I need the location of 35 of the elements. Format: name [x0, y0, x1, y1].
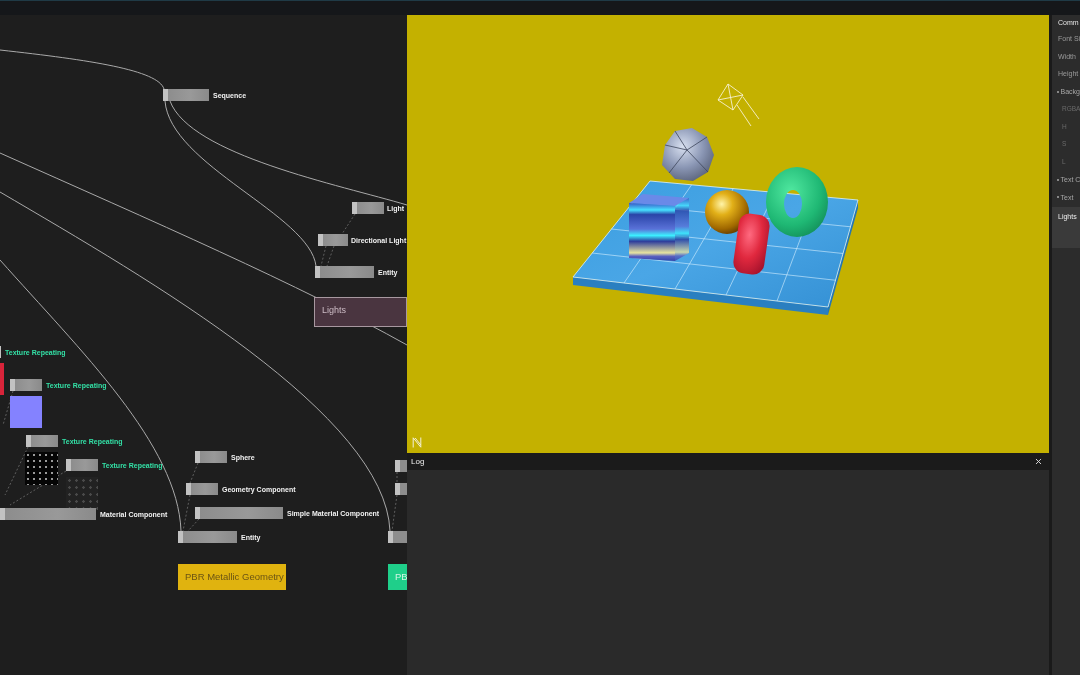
- close-icon: [1034, 457, 1043, 466]
- node-block: [388, 531, 407, 543]
- texture-thumbnail: [66, 477, 98, 510]
- node-block: [195, 451, 227, 463]
- node-block: [178, 531, 237, 543]
- node-block: [26, 435, 58, 447]
- dashed-link: [326, 245, 335, 267]
- texture-thumbnail: [0, 363, 4, 395]
- node-block: [10, 379, 42, 391]
- metal-sphere: [705, 190, 749, 234]
- node-block: [395, 460, 407, 472]
- light-gizmo: [717, 83, 760, 127]
- dashed-link: [189, 462, 199, 484]
- torus: [766, 167, 828, 237]
- comment-box[interactable]: Lights: [314, 297, 407, 327]
- dashed-link: [341, 213, 356, 235]
- node-block: [395, 483, 407, 495]
- node-block: [186, 483, 218, 495]
- dashed-link: [396, 471, 398, 484]
- comment-box[interactable]: PBR Metallic Geometry: [178, 564, 286, 590]
- faceted-rock: [662, 128, 714, 181]
- node-block: [66, 459, 98, 471]
- node-block: [315, 266, 374, 278]
- logo-icon: [412, 437, 422, 448]
- striped-cube: [629, 194, 689, 261]
- node-block: [352, 202, 384, 214]
- close-button[interactable]: [1034, 457, 1043, 466]
- capsule: [731, 212, 771, 276]
- texture-thumbnail: [10, 396, 42, 428]
- node-block: [318, 234, 348, 246]
- dashed-link: [2, 390, 14, 426]
- dashed-link: [391, 494, 398, 532]
- node-block: [163, 89, 209, 101]
- log-title: Log: [411, 457, 425, 466]
- texture-thumbnail: [25, 452, 58, 485]
